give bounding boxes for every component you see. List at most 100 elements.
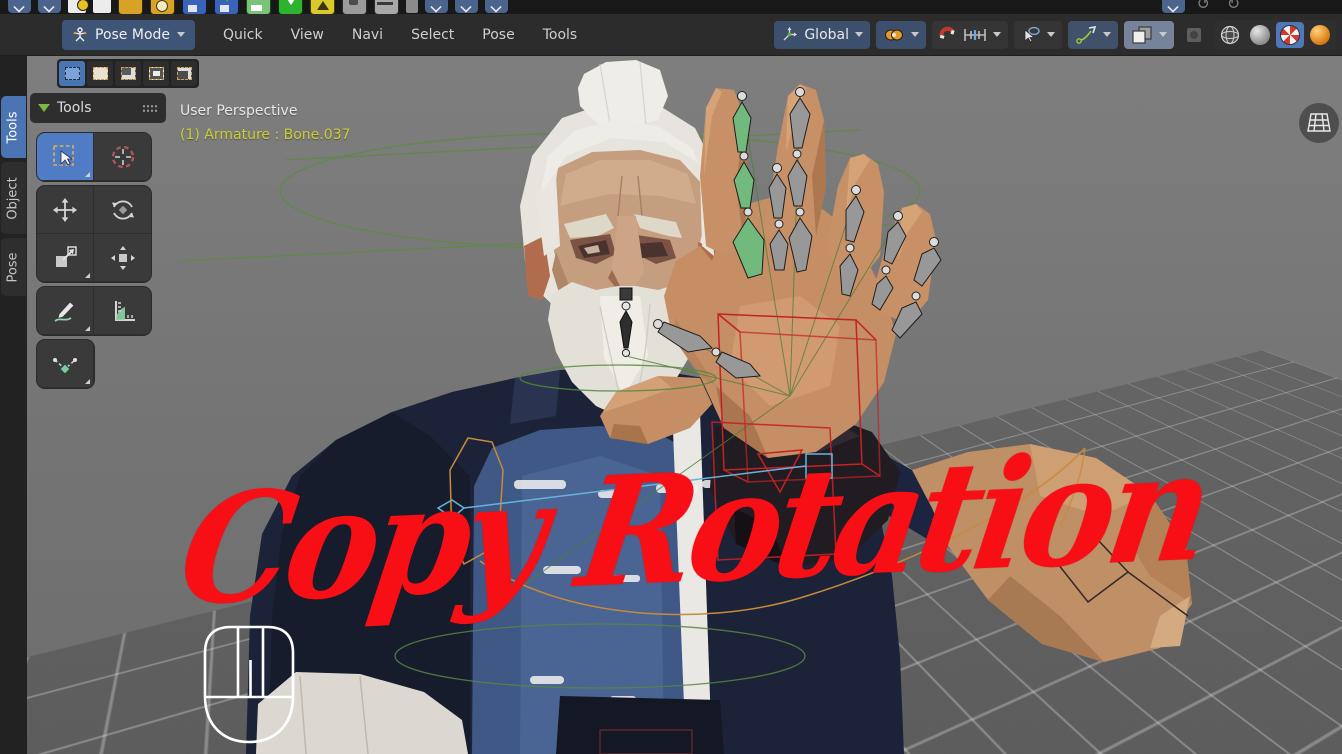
tool-annotate[interactable] <box>37 287 94 335</box>
select-mode-new[interactable] <box>59 61 85 86</box>
tool-transform[interactable] <box>94 234 151 282</box>
select-mode-extend[interactable] <box>87 61 113 86</box>
grid-icon <box>1307 113 1331 132</box>
gizmo-button[interactable] <box>1180 21 1208 49</box>
save-icon[interactable] <box>182 0 207 14</box>
3d-viewport[interactable]: User Perspective (1) Armature : Bone.037… <box>0 56 1342 754</box>
file-new-icon[interactable] <box>68 0 89 13</box>
chevron-down-icon <box>1159 32 1167 37</box>
viewport-perspective-label: User Perspective <box>180 103 298 119</box>
scale-icon <box>56 245 77 267</box>
import-icon[interactable] <box>278 0 303 14</box>
tools-panel-header[interactable]: Tools <box>30 93 166 123</box>
folder-open-icon[interactable] <box>118 0 143 14</box>
save-as-icon[interactable] <box>214 0 239 14</box>
sidebar-tab-tools[interactable]: Tools <box>1 96 26 158</box>
top-toolbar: ↺ ↻ <box>0 0 1342 14</box>
dropdown-icon[interactable] <box>485 0 508 13</box>
orientation-dropdown[interactable]: Global <box>774 20 870 49</box>
shading-solid-button[interactable] <box>1246 22 1274 48</box>
shading-rendered-button[interactable] <box>1306 22 1334 48</box>
sidebar-tab-pose[interactable]: Pose <box>1 238 26 296</box>
wireframe-sphere-icon <box>1220 25 1240 44</box>
transform-icon <box>110 245 135 270</box>
menu-select[interactable]: Select <box>411 27 454 43</box>
axes-icon <box>783 27 798 41</box>
shading-wireframe-button[interactable] <box>1216 22 1244 48</box>
select-subtract-icon <box>120 67 136 80</box>
overlays-dropdown[interactable] <box>1124 20 1174 49</box>
cursor-tool-icon <box>111 145 134 168</box>
proportional-editing-dropdown[interactable] <box>1014 20 1062 49</box>
pose-figure-icon <box>73 26 87 41</box>
shading-material-button[interactable] <box>1276 21 1304 48</box>
tool-cursor[interactable] <box>94 133 151 181</box>
tools-panel-title: Tools <box>57 100 92 116</box>
dropdown-icon[interactable] <box>8 0 31 13</box>
select-mode-invert[interactable] <box>143 61 169 86</box>
material-sphere-icon <box>1280 24 1300 45</box>
character-model <box>246 60 1192 754</box>
file-icon[interactable] <box>93 0 111 13</box>
menu-pose[interactable]: Pose <box>482 27 514 43</box>
mode-label: Pose Mode <box>95 26 171 43</box>
falloff-curve-icon <box>1076 25 1097 44</box>
redo-icon[interactable]: ↻ <box>1222 0 1245 14</box>
tool-scale[interactable] <box>37 234 94 282</box>
tool-group-annotate <box>36 286 152 336</box>
snap-target-icon <box>964 28 986 41</box>
solid-sphere-icon <box>1250 24 1270 45</box>
overlap-squares-icon <box>1132 25 1152 44</box>
snap-controls[interactable] <box>932 20 1008 49</box>
blender-window: ↺ ↻ Pose Mode Quick View Navi Select Pos… <box>0 0 1342 754</box>
tool-measure[interactable] <box>94 287 151 335</box>
menu-view[interactable]: View <box>291 27 324 43</box>
move-icon <box>53 197 77 222</box>
chevron-down-icon <box>911 32 919 37</box>
menu-tools[interactable]: Tools <box>543 27 578 43</box>
dropdown-icon[interactable] <box>38 0 61 13</box>
active-object-label: (1) Armature : Bone.037 <box>180 127 351 143</box>
render-animation-icon[interactable] <box>374 0 399 14</box>
tool-pose-breakdowner[interactable] <box>37 340 94 388</box>
select-intersect-icon <box>176 67 192 80</box>
pivot-point-dropdown[interactable] <box>876 20 926 49</box>
tool-group-transform <box>36 185 152 283</box>
select-new-icon <box>64 67 80 80</box>
select-extend-icon <box>92 67 108 80</box>
undo-icon[interactable]: ↺ <box>1192 0 1215 14</box>
sidebar-tab-object[interactable]: Object <box>1 162 26 234</box>
chevron-down-icon <box>855 32 863 37</box>
tool-select-box[interactable] <box>37 133 94 181</box>
dropdown-icon[interactable] <box>425 0 448 13</box>
grid-view-button[interactable] <box>1299 103 1339 143</box>
menu-quick[interactable]: Quick <box>223 27 263 43</box>
grip-dots-icon[interactable] <box>142 103 158 113</box>
chevron-down-icon <box>1047 32 1055 37</box>
select-mode-group <box>57 59 199 88</box>
pivot-point-icon <box>885 29 903 40</box>
falloff-dropdown[interactable] <box>1068 20 1118 49</box>
gizmo-icon <box>1187 27 1201 42</box>
mode-selector[interactable]: Pose Mode <box>62 19 196 50</box>
select-invert-icon <box>148 67 164 80</box>
measure-icon <box>114 300 135 321</box>
character-head <box>520 60 722 418</box>
menu-navi[interactable]: Navi <box>352 27 383 43</box>
rotate-icon <box>111 200 134 219</box>
export-icon[interactable] <box>310 0 335 14</box>
tool-rotate[interactable] <box>94 186 151 234</box>
select-mode-intersect[interactable] <box>171 61 197 86</box>
save-copy-icon[interactable] <box>246 0 271 14</box>
folder-recent-icon[interactable] <box>150 0 175 14</box>
rendered-sphere-icon <box>1310 24 1330 45</box>
overlay-title-text: Copy Rotation <box>169 417 1218 640</box>
sidebar-tab-strip: Tools Object Pose <box>0 56 27 754</box>
scene-canvas <box>179 60 1192 754</box>
tool-small-icon[interactable] <box>406 0 418 13</box>
tool-move[interactable] <box>37 186 94 234</box>
render-image-icon[interactable] <box>342 0 367 14</box>
select-mode-subtract[interactable] <box>115 61 141 86</box>
dropdown-icon[interactable] <box>1162 0 1185 13</box>
dropdown-icon[interactable] <box>455 0 478 13</box>
